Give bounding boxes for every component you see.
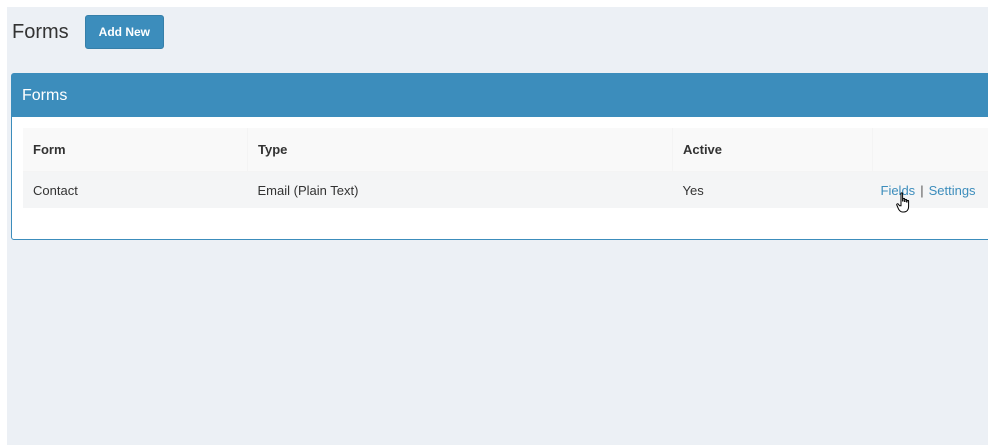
add-new-button[interactable]: Add New <box>84 15 165 49</box>
page-title: Forms <box>12 20 69 43</box>
page-header: Forms Add New <box>12 14 165 50</box>
action-separator: | <box>920 182 924 198</box>
cell-actions: Fields | Settings <box>872 171 988 208</box>
hand-pointer-icon <box>896 192 910 213</box>
forms-box: Forms Form Type Active Contact Email (Pl… <box>11 73 988 240</box>
column-header-actions <box>872 128 988 172</box>
cell-active: Yes <box>672 171 873 208</box>
forms-box-title: Forms <box>12 74 988 117</box>
table-header-row: Form Type Active <box>23 128 988 172</box>
content-area: Forms Add New Forms Form Type Active Con… <box>7 7 988 445</box>
forms-table: Form Type Active Contact Email (Plain Te… <box>23 128 988 208</box>
cell-type: Email (Plain Text) <box>247 171 673 208</box>
column-header-active: Active <box>672 128 873 172</box>
table-row: Contact Email (Plain Text) Yes Fields | Se… <box>23 171 988 208</box>
cell-form: Contact <box>23 171 248 208</box>
settings-link[interactable]: Settings <box>929 183 976 198</box>
column-header-type: Type <box>247 128 673 172</box>
column-header-form: Form <box>23 128 248 172</box>
